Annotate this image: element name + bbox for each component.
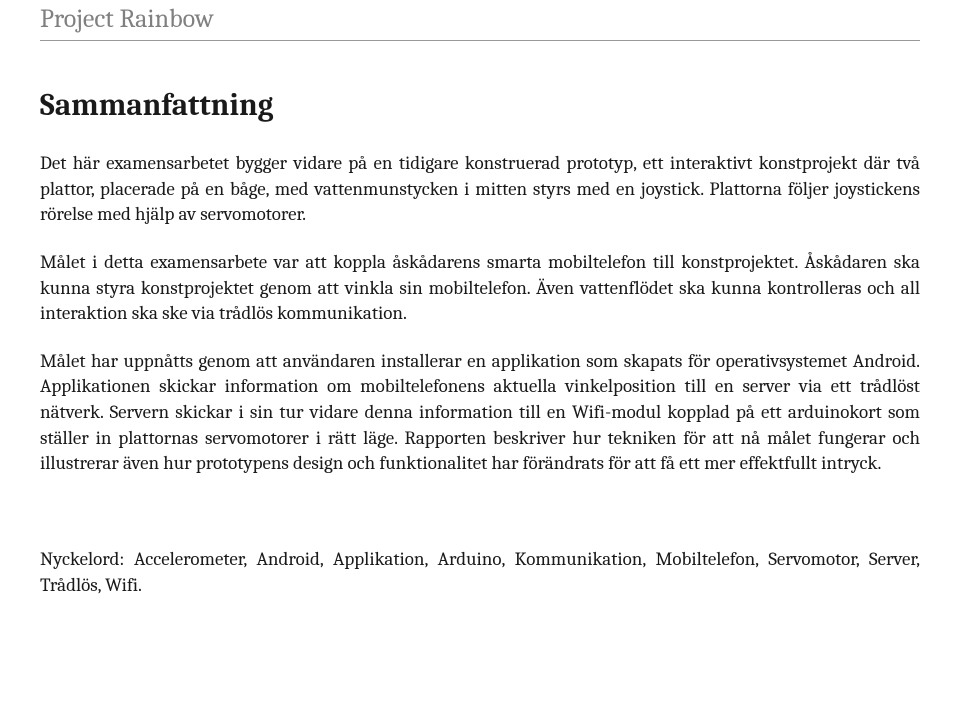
abstract-paragraph-2: Målet i detta examensarbete var att kopp… [40, 250, 920, 327]
document-page: Project Rainbow Sammanfattning Det här e… [0, 0, 960, 657]
keywords-line: Nyckelord: Accelerometer, Android, Appli… [40, 547, 920, 598]
abstract-paragraph-1: Det här examensarbetet bygger vidare på … [40, 151, 920, 228]
abstract-paragraph-3: Målet har uppnåtts genom att användaren … [40, 349, 920, 477]
page-header: Project Rainbow [40, 0, 920, 41]
section-heading: Sammanfattning [40, 87, 920, 123]
header-title: Project Rainbow [40, 4, 214, 34]
